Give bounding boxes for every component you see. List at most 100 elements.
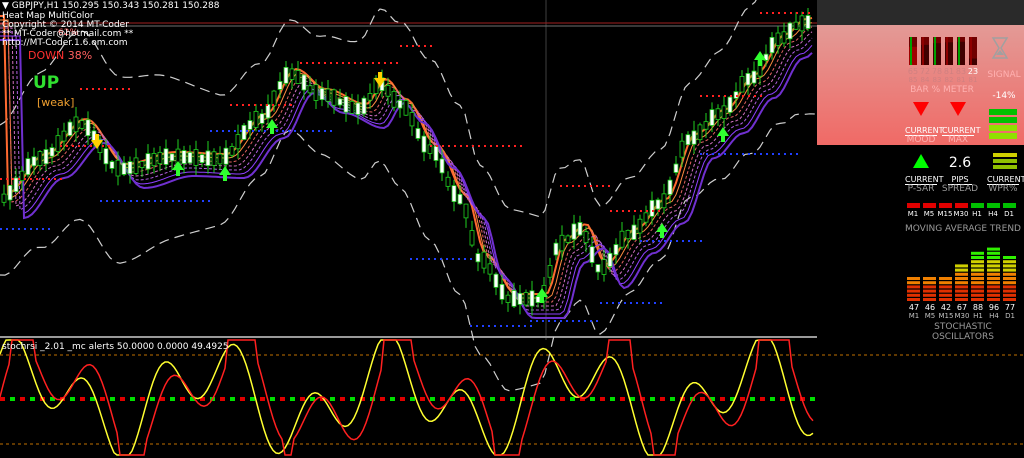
resistance-dot [436, 145, 438, 147]
resistance-dot [742, 95, 744, 97]
resistance-dot [110, 88, 112, 90]
resistance-dot [400, 45, 402, 47]
candle-body [559, 234, 565, 252]
midline-segment [20, 397, 25, 401]
resistance-dot [514, 145, 516, 147]
stochastic-segment [971, 293, 984, 297]
resistance-dot [634, 210, 636, 212]
midline-segment [330, 397, 335, 401]
support-dot [700, 240, 702, 242]
midline-segment [270, 397, 275, 401]
resistance-dot [658, 210, 660, 212]
candle-body [49, 147, 55, 157]
support-dot [766, 153, 768, 155]
candle-body [229, 146, 235, 156]
candle-body [31, 156, 37, 167]
midline-segment [10, 397, 15, 401]
spread-value: 2.6 [948, 155, 972, 171]
signal-percent: -14% [992, 91, 1016, 101]
midline-segment [250, 397, 255, 401]
candle-body [289, 68, 295, 80]
candle-body [517, 292, 523, 305]
midline-segment [440, 397, 445, 401]
stochastic-segment [1003, 289, 1016, 293]
candle-body [337, 98, 343, 106]
support-dot [590, 320, 592, 322]
midline-segment [260, 397, 265, 401]
candle-body [745, 73, 751, 86]
candle-body [307, 85, 313, 94]
stochastic-segment [971, 281, 984, 285]
support-dot [440, 258, 442, 260]
stochastic-segment [955, 281, 968, 285]
candle-body [247, 120, 253, 130]
bar-meter-title: BAR % METER [910, 85, 974, 95]
candle-body [415, 128, 421, 139]
dropdown-icon[interactable]: ▼ [2, 1, 9, 11]
candle-body [499, 284, 505, 300]
midline-segment [650, 397, 655, 401]
midline-segment [660, 397, 665, 401]
stochastic-segment [1003, 298, 1016, 301]
resistance-dot [384, 62, 386, 64]
candle-body [535, 295, 541, 303]
support-dot [112, 200, 114, 202]
support-dot [118, 200, 120, 202]
stochastic-segment [987, 256, 1000, 259]
resistance-dot [484, 145, 486, 147]
support-dot [524, 325, 526, 327]
support-dot [560, 320, 562, 322]
support-dot [24, 228, 26, 230]
support-dot [676, 240, 678, 242]
resistance-dot [442, 145, 444, 147]
support-dot [682, 240, 684, 242]
support-dot [130, 200, 132, 202]
midline-segment [100, 397, 105, 401]
resistance-dot [700, 95, 702, 97]
resistance-dot [30, 178, 32, 180]
resistance-dot [560, 185, 562, 187]
support-dot [36, 228, 38, 230]
support-dot [606, 302, 608, 304]
resistance-dot [306, 62, 308, 64]
midline-segment [430, 397, 435, 401]
candle-body [433, 145, 439, 161]
candlesticks [1, 8, 811, 316]
candle-body [625, 229, 631, 240]
support-dot [410, 258, 412, 260]
ma-trend-boxes [907, 203, 1016, 208]
resistance-dot [772, 12, 774, 14]
stochastic-value: 77 [1004, 303, 1016, 312]
candle-body [643, 212, 649, 223]
support-dot [630, 302, 632, 304]
resistance-dot [378, 62, 380, 64]
resistance-dot [42, 178, 44, 180]
info-panel: 65 72 78 81 83 23 85 84 83 82 81 81 BAR % METER SI… [817, 0, 1024, 342]
midline-segment [340, 397, 345, 401]
candle-body [451, 185, 457, 203]
bar-meter-timeframe: 81 [968, 76, 978, 84]
candle-body [547, 264, 553, 278]
midline-segment [140, 397, 145, 401]
support-dot [6, 228, 8, 230]
wpr-title: WPR% [988, 184, 1018, 194]
candle-body [523, 292, 529, 306]
resistance-dot [230, 104, 232, 106]
stochastic-segment [955, 264, 968, 268]
resistance-dot [418, 45, 420, 47]
ma-trend-box [907, 203, 920, 208]
stochastic-segment [1003, 256, 1016, 259]
stochastic-segment [939, 289, 952, 293]
candle-body [391, 90, 397, 108]
stochastic-segment [987, 272, 1000, 276]
stochastic-segment [1003, 272, 1016, 276]
resistance-dot [472, 145, 474, 147]
support-dot [246, 130, 248, 132]
support-dot [264, 130, 266, 132]
candle-body [739, 75, 745, 93]
bar-meter-edge [934, 37, 936, 65]
midline-segment [510, 397, 515, 401]
stochastic-segment [1003, 281, 1016, 285]
support-dot [736, 153, 738, 155]
support-dot [506, 325, 508, 327]
